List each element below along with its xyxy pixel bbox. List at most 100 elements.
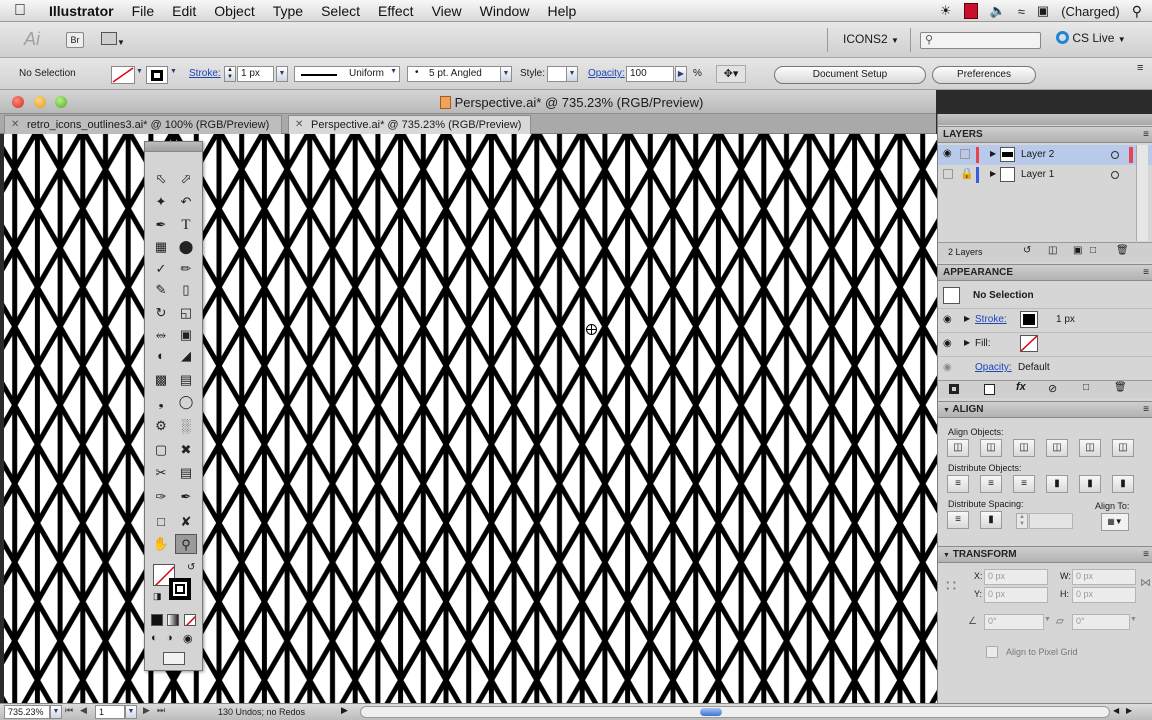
align-pixel-grid-checkbox[interactable] — [986, 646, 998, 658]
pen-alt-tool-icon[interactable]: ✑ — [150, 487, 172, 507]
expand-triangle-icon[interactable]: ▶ — [990, 149, 996, 158]
expand-triangle-icon[interactable]: ▶ — [990, 169, 996, 178]
gradient-tool-icon[interactable]: ▤ — [175, 370, 197, 390]
horizontal-scrollbar[interactable] — [360, 706, 1110, 718]
stroke-weight-value[interactable]: 1 px — [1056, 314, 1075, 325]
visibility-eye-icon[interactable]: ◉ — [943, 148, 952, 159]
grid-tool-icon[interactable]: ▦ — [150, 237, 172, 257]
shear-dropdown[interactable]: ▼ — [1130, 616, 1137, 623]
arrange-documents-button[interactable]: ▼ — [101, 32, 133, 48]
measure-tool-icon[interactable]: ✘ — [175, 512, 197, 532]
vertical-align-top-icon[interactable]: ◫ — [1046, 439, 1068, 457]
menu-select[interactable]: Select — [312, 3, 369, 19]
scale-tool-icon[interactable]: ◱ — [175, 303, 197, 323]
tab-retro-icons[interactable]: ✕ retro_icons_outlines3.ai* @ 100% (RGB/… — [4, 115, 282, 134]
draw-normal-icon[interactable]: ◐ — [151, 632, 158, 644]
vertical-align-bottom-icon[interactable]: ◫ — [1112, 439, 1134, 457]
align-menu-icon[interactable]: ≡ — [1143, 402, 1149, 418]
y-field[interactable]: 0 px — [984, 587, 1048, 603]
artboard-dropdown[interactable]: ▼ — [125, 705, 137, 719]
expand-triangle-icon[interactable]: ▶ — [964, 314, 970, 323]
menu-window[interactable]: Window — [471, 3, 539, 19]
column-graph-tool-icon[interactable]: ░ — [175, 416, 197, 436]
slice-tool-icon[interactable]: ✖ — [175, 440, 197, 460]
mesh-tool-icon[interactable]: ▩ — [150, 370, 172, 390]
stroke-weight-stepper[interactable]: ▲ ▼ — [224, 66, 236, 82]
cs-live-button[interactable]: CS Live ▼ — [1056, 31, 1126, 45]
control-panel-menu-icon[interactable]: ≡ — [1137, 62, 1143, 74]
horizontal-align-left-icon[interactable]: ◫ — [947, 439, 969, 457]
apple-icon[interactable]:  — [0, 2, 40, 20]
horizontal-scroll-thumb[interactable] — [700, 708, 722, 716]
stroke-color-swatch[interactable] — [1020, 311, 1038, 328]
minimize-window-icon[interactable] — [34, 96, 46, 108]
stroke-link[interactable]: Stroke: — [975, 314, 1007, 325]
x-field[interactable]: 0 px — [984, 569, 1048, 585]
gradient-mode-icon[interactable] — [167, 614, 179, 626]
direct-selection-tool-icon[interactable]: ⬀ — [175, 169, 197, 189]
menu-effect[interactable]: Effect — [369, 3, 423, 19]
spotlight-icon[interactable]: ⚲ — [1132, 3, 1142, 20]
lasso-tool-icon[interactable]: ↶ — [175, 192, 197, 212]
pencil-tool-icon[interactable]: ✏ — [175, 259, 197, 279]
ellipse-tool-icon[interactable]: ⬤ — [175, 237, 197, 257]
visibility-eye-icon[interactable] — [943, 169, 953, 179]
symbol-sprayer-tool-icon[interactable]: ⚙ — [150, 416, 172, 436]
w-field[interactable]: 0 px — [1072, 569, 1136, 585]
horizontal-distribute-right-icon[interactable]: ▮ — [1112, 475, 1134, 493]
graphic-style-swatch[interactable] — [547, 66, 567, 82]
visibility-eye-icon[interactable]: ◉ — [943, 314, 952, 325]
visibility-eye-icon[interactable]: ◉ — [943, 362, 952, 373]
previous-artboard-icon[interactable]: ◀ — [80, 705, 87, 716]
new-layer-icon[interactable]: □ — [1090, 245, 1096, 256]
menu-help[interactable]: Help — [538, 3, 585, 19]
scroll-left-icon[interactable]: ◀ — [1113, 706, 1119, 715]
graphic-style-dropdown[interactable]: ▼ — [566, 66, 578, 82]
swap-fill-stroke-icon[interactable]: ↺ — [187, 562, 195, 573]
layer-row[interactable]: 🔒 ▶ Layer 1 — [938, 165, 1152, 185]
artboard-tool-icon[interactable]: ▢ — [150, 440, 172, 460]
pen-tool-icon[interactable]: ✒ — [150, 215, 172, 235]
layers-scrollbar[interactable] — [1136, 145, 1148, 241]
shear-field[interactable]: 0° — [1072, 614, 1130, 630]
stroke-label-link[interactable]: Stroke: — [189, 68, 221, 79]
stroke-weight-dropdown[interactable]: ▼ — [276, 66, 288, 82]
draw-behind-icon[interactable]: ◑ — [166, 632, 173, 644]
menu-type[interactable]: Type — [264, 3, 312, 19]
zoom-window-icon[interactable] — [55, 96, 67, 108]
close-tab-icon[interactable]: ✕ — [295, 116, 303, 134]
menu-edit[interactable]: Edit — [163, 3, 205, 19]
constrain-proportions-icon[interactable]: ⋈ — [1140, 576, 1151, 589]
appearance-stroke-row[interactable]: ◉ ▶ Stroke: 1 px — [938, 308, 1152, 330]
reference-point-icon[interactable]: ∷ — [946, 577, 966, 597]
align-panel-header[interactable]: ▼ ALIGN ≡ — [938, 401, 1152, 418]
stroke-swatch[interactable] — [146, 66, 168, 84]
rotate-tool-icon[interactable]: ↻ — [150, 303, 172, 323]
first-artboard-icon[interactable]: ⏮ — [65, 705, 73, 716]
horizontal-distribute-left-icon[interactable]: ▮ — [1046, 475, 1068, 493]
duplicate-item-icon[interactable]: □ — [1083, 382, 1089, 393]
volume-icon[interactable]: 🔈 — [990, 3, 1006, 19]
scroll-right-icon[interactable]: ▶ — [1126, 706, 1132, 715]
horizontal-align-right-icon[interactable]: ◫ — [1013, 439, 1035, 457]
knife-tool-icon[interactable]: ✒ — [175, 487, 197, 507]
blob-brush-tool-icon[interactable]: ✎ — [150, 280, 172, 300]
vertical-distribute-bottom-icon[interactable]: ≡ — [1013, 475, 1035, 493]
tab-perspective[interactable]: ✕ Perspective.ai* @ 735.23% (RGB/Preview… — [288, 115, 531, 134]
bridge-button[interactable]: Br — [66, 32, 84, 48]
collapse-triangle-icon[interactable]: ▼ — [943, 407, 950, 414]
align-to-selection-dropdown[interactable]: ▦▼ — [1101, 513, 1129, 531]
fill-color-swatch[interactable] — [1020, 335, 1038, 352]
brush-definition[interactable]: • 5 pt. Angled — [407, 66, 511, 82]
screen-mode-icon[interactable] — [163, 652, 185, 665]
document-setup-button[interactable]: Document Setup — [774, 66, 926, 84]
hand-tool-icon[interactable]: ✋ — [150, 534, 172, 554]
delete-layer-icon[interactable]: 🗑 — [1116, 245, 1129, 256]
vertical-distribute-center-icon[interactable]: ≡ — [980, 475, 1002, 493]
zoom-dropdown[interactable]: ▼ — [50, 705, 62, 719]
recording-icon[interactable] — [963, 3, 978, 19]
artboard-number-field[interactable]: 1 — [95, 705, 125, 719]
stroke-weight-field[interactable]: 1 px — [237, 66, 274, 82]
blend-tool-icon[interactable]: ◯ — [175, 392, 197, 412]
color-mode-icon[interactable] — [151, 614, 163, 626]
